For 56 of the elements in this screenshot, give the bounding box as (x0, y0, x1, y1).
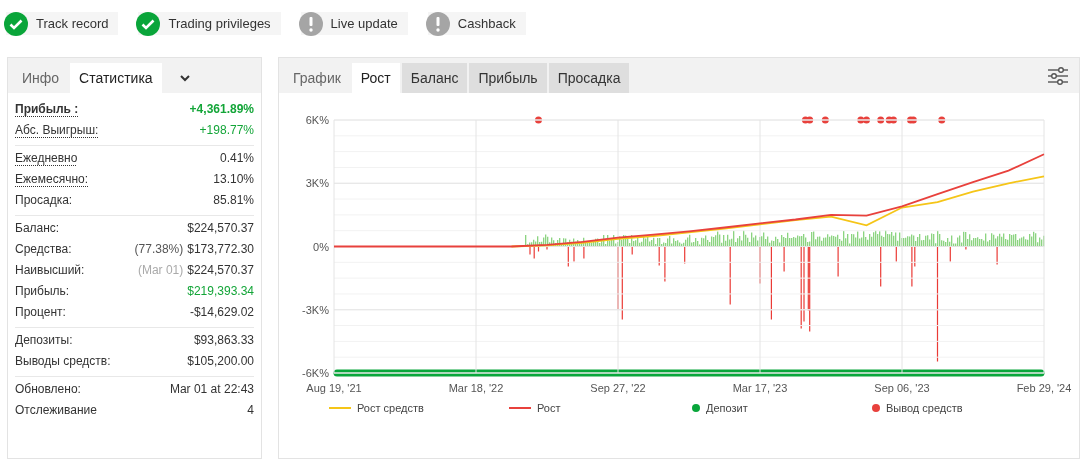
legend-label: Рост средств (357, 402, 424, 414)
stat-value: +198.77% (199, 122, 254, 139)
legend-label: Депозит (706, 402, 748, 414)
axis-label: 0% (313, 240, 329, 253)
stat-value: $224,570.37 (187, 220, 254, 237)
stat-value: -$14,629.02 (189, 304, 254, 321)
stat-value: 4 (247, 402, 254, 419)
stat-label: Прибыль: (15, 283, 70, 300)
axis-label: Sep 06, '23 (874, 382, 930, 394)
tab[interactable]: Рост (351, 63, 400, 93)
axis-label: 6K% (305, 114, 329, 126)
stat-value: $105,200.00 (187, 353, 254, 370)
tab[interactable]: Статистика (70, 63, 162, 93)
axis-label: -6K% (302, 367, 329, 379)
badge-label: Track record (36, 16, 109, 31)
axis-label: Sep 27, '22 (590, 382, 646, 394)
axis-label: Mar 17, '23 (732, 382, 788, 394)
stat-value: $219,393.34 (187, 283, 254, 300)
axis-label: Mar 18, '22 (448, 382, 504, 394)
stat-value: Mar 01 at 22:43 (169, 381, 254, 398)
stat-value: 13.10% (213, 171, 254, 188)
badge-label: Cashback (457, 16, 516, 31)
axis-label: -3K% (302, 303, 329, 316)
stat-label: Просадка: (15, 192, 73, 209)
legend-label: Рост (537, 402, 561, 414)
badge-label: Live update (330, 16, 398, 31)
badge-label: Trading privileges (168, 16, 271, 31)
stat-value: 85.81% (213, 192, 254, 209)
stat-note: (Mar 01) (137, 262, 184, 279)
stat-label: Отслеживание (15, 402, 97, 419)
stat-value: +4,361.89% (189, 101, 254, 118)
stat-label: Абс. Выигрыш: (15, 122, 99, 139)
stat-label: Депозиты: (15, 332, 73, 349)
stat-note: (77.38%) (134, 241, 184, 258)
stat-label: Прибыль : (15, 101, 79, 118)
chevron-down-icon (179, 74, 190, 82)
stat-label: Наивысший: (15, 262, 85, 279)
tab[interactable]: Баланс (401, 63, 468, 93)
stat-label: Процент: (15, 304, 66, 321)
stat-value: $93,863.33 (193, 332, 254, 349)
stat-label: Средства: (15, 241, 72, 258)
stat-label: Обновлено: (15, 381, 81, 398)
tab[interactable]: Прибыль (469, 63, 547, 93)
stat-value: $173,772.30 (187, 241, 254, 258)
stat-value: $224,570.37 (187, 262, 254, 279)
stat-label: Ежемесячно: (15, 171, 88, 188)
settings-icon[interactable] (1047, 66, 1069, 86)
axis-label: 3K% (305, 177, 329, 190)
legend-label: Вывод средств (886, 402, 963, 414)
stat-label: Ежедневно (15, 150, 78, 167)
axis-label: Feb 29, '24 (1016, 382, 1072, 394)
tab[interactable]: Просадка (548, 63, 630, 93)
axis-label: Aug 19, '21 (306, 382, 362, 394)
stat-value: 0.41% (219, 150, 254, 167)
stat-label: Баланс: (15, 220, 60, 237)
stat-label: Выводы средств: (15, 353, 111, 370)
